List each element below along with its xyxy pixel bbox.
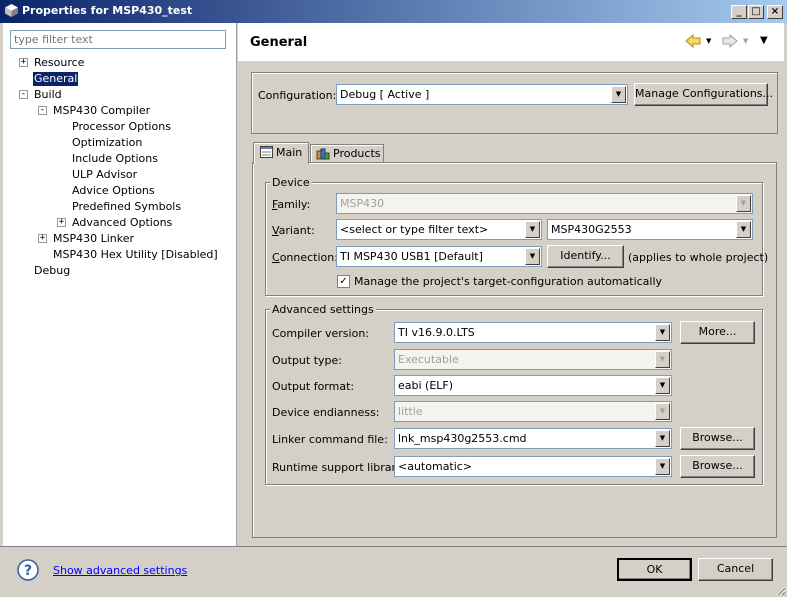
tree-item-hex-utility[interactable]: MSP430 Hex Utility [Disabled] bbox=[53, 248, 218, 262]
tree-item-advice-options[interactable]: Advice Options bbox=[72, 184, 155, 198]
manage-target-config-checkbox[interactable]: ✓ bbox=[337, 275, 350, 288]
window-title: Properties for MSP430_test bbox=[22, 4, 193, 17]
tree-item-include-options[interactable]: Include Options bbox=[72, 152, 158, 166]
page-title: General bbox=[250, 35, 308, 50]
back-arrow-icon[interactable] bbox=[685, 34, 701, 48]
browse-runtime-library-button[interactable]: Browse... bbox=[680, 455, 755, 478]
expand-icon[interactable]: + bbox=[19, 58, 28, 67]
identify-button[interactable]: Identify... bbox=[547, 245, 624, 268]
output-format-select[interactable]: eabi (ELF) ▼ bbox=[394, 375, 672, 396]
variant-filter-select[interactable]: <select or type filter text> ▼ bbox=[336, 219, 542, 240]
title-bar: Properties for MSP430_test _ □ × bbox=[0, 0, 787, 23]
linker-command-file-value: lnk_msp430g2553.cmd bbox=[398, 432, 527, 445]
connection-value: TI MSP430 USB1 [Default] bbox=[340, 250, 483, 263]
variant-filter-value: <select or type filter text> bbox=[340, 223, 489, 236]
view-menu-icon[interactable]: ▼ bbox=[760, 35, 768, 46]
svg-text:?: ? bbox=[24, 563, 32, 579]
tab-products[interactable]: Products bbox=[310, 144, 384, 163]
back-dropdown-icon[interactable]: ▼ bbox=[706, 37, 711, 45]
family-select[interactable]: MSP430 ▼ bbox=[336, 193, 753, 214]
family-value: MSP430 bbox=[340, 197, 385, 210]
expand-icon[interactable]: + bbox=[38, 234, 47, 243]
variant-select[interactable]: MSP430G2553 ▼ bbox=[547, 219, 753, 240]
chevron-down-icon: ▼ bbox=[655, 430, 670, 447]
page-header bbox=[238, 23, 784, 61]
chevron-down-icon: ▼ bbox=[611, 86, 626, 103]
maximize-button[interactable]: □ bbox=[748, 5, 764, 19]
advanced-settings-title: Advanced settings bbox=[270, 303, 376, 316]
manage-target-config-label: Manage the project's target-configuratio… bbox=[354, 275, 663, 288]
tree-item-ulp-advisor[interactable]: ULP Advisor bbox=[72, 168, 137, 182]
runtime-library-select[interactable]: <automatic> ▼ bbox=[394, 456, 672, 477]
minimize-button[interactable]: _ bbox=[731, 5, 747, 19]
device-endianness-value: little bbox=[398, 405, 423, 418]
device-group-title: Device bbox=[270, 176, 312, 189]
tab-main-label: Main bbox=[276, 146, 303, 159]
ok-button[interactable]: OK bbox=[617, 558, 692, 581]
tree-item-optimization[interactable]: Optimization bbox=[72, 136, 142, 150]
products-tab-icon bbox=[316, 148, 330, 160]
main-tab-icon bbox=[260, 146, 273, 158]
connection-select[interactable]: TI MSP430 USB1 [Default] ▼ bbox=[336, 246, 542, 267]
tree-item-msp430-linker[interactable]: MSP430 Linker bbox=[53, 232, 134, 246]
variant-label: Variant: bbox=[272, 224, 315, 237]
chevron-down-icon: ▼ bbox=[525, 221, 540, 238]
variant-value: MSP430G2553 bbox=[551, 223, 632, 236]
filter-input[interactable] bbox=[10, 30, 226, 49]
runtime-library-value: <automatic> bbox=[398, 460, 473, 473]
output-type-value: Executable bbox=[398, 353, 459, 366]
configuration-select[interactable]: Debug [ Active ] ▼ bbox=[336, 84, 628, 105]
output-type-select[interactable]: Executable ▼ bbox=[394, 349, 672, 370]
forward-arrow-icon[interactable] bbox=[722, 34, 738, 48]
configuration-label: Configuration: bbox=[258, 89, 337, 102]
linker-command-file-select[interactable]: lnk_msp430g2553.cmd ▼ bbox=[394, 428, 672, 449]
help-icon[interactable]: ? bbox=[17, 559, 39, 581]
linker-command-file-label: Linker command file: bbox=[272, 433, 388, 446]
more-button[interactable]: More... bbox=[680, 321, 755, 344]
chevron-down-icon: ▼ bbox=[525, 248, 540, 265]
browse-linker-file-button[interactable]: Browse... bbox=[680, 427, 755, 450]
tab-products-label: Products bbox=[333, 147, 381, 160]
properties-app-icon bbox=[5, 4, 18, 17]
cancel-button[interactable]: Cancel bbox=[698, 558, 773, 581]
output-type-label: Output type: bbox=[272, 354, 342, 367]
tree-item-predefined-symbols[interactable]: Predefined Symbols bbox=[72, 200, 181, 214]
applies-note: (applies to whole project) bbox=[628, 251, 769, 264]
collapse-icon[interactable]: - bbox=[38, 106, 47, 115]
show-advanced-settings-link[interactable]: Show advanced settings bbox=[53, 564, 187, 577]
chevron-down-icon: ▼ bbox=[655, 324, 670, 341]
forward-dropdown-icon[interactable]: ▼ bbox=[743, 37, 748, 45]
configuration-value: Debug [ Active ] bbox=[340, 88, 430, 101]
tree-item-debug[interactable]: Debug bbox=[34, 264, 70, 278]
tree-item-msp430-compiler[interactable]: MSP430 Compiler bbox=[53, 104, 150, 118]
chevron-down-icon: ▼ bbox=[736, 195, 751, 212]
chevron-down-icon: ▼ bbox=[736, 221, 751, 238]
compiler-version-label: Compiler version: bbox=[272, 327, 370, 340]
collapse-icon[interactable]: - bbox=[19, 90, 28, 99]
expand-icon[interactable]: + bbox=[57, 218, 66, 227]
manage-configurations-button[interactable]: Manage Configurations... bbox=[634, 83, 773, 106]
tab-main[interactable]: Main bbox=[253, 142, 309, 164]
device-endianness-select[interactable]: little ▼ bbox=[394, 401, 672, 422]
compiler-version-select[interactable]: TI v16.9.0.LTS ▼ bbox=[394, 322, 672, 343]
tree-item-resource[interactable]: Resource bbox=[34, 56, 84, 70]
device-endianness-label: Device endianness: bbox=[272, 406, 380, 419]
chevron-down-icon: ▼ bbox=[655, 351, 670, 368]
chevron-down-icon: ▼ bbox=[655, 403, 670, 420]
tree-item-advanced-options[interactable]: Advanced Options bbox=[72, 216, 172, 230]
chevron-down-icon: ▼ bbox=[655, 377, 670, 394]
tree-item-processor-options[interactable]: Processor Options bbox=[72, 120, 171, 134]
compiler-version-value: TI v16.9.0.LTS bbox=[398, 326, 475, 339]
tree-item-general[interactable]: General bbox=[31, 71, 80, 87]
tree-item-build[interactable]: Build bbox=[34, 88, 62, 102]
chevron-down-icon: ▼ bbox=[655, 458, 670, 475]
resize-grip-icon[interactable] bbox=[774, 584, 786, 596]
family-label: Family: bbox=[272, 198, 311, 211]
connection-label: Connection: bbox=[272, 251, 338, 264]
output-format-value: eabi (ELF) bbox=[398, 379, 454, 392]
close-button[interactable]: × bbox=[767, 5, 783, 19]
runtime-library-label: Runtime support library: bbox=[272, 461, 406, 474]
output-format-label: Output format: bbox=[272, 380, 355, 393]
